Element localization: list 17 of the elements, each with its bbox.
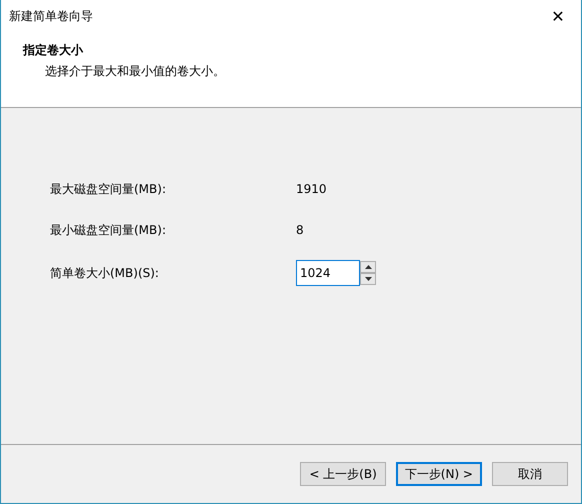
- field-label: 最大磁盘空间量(MB):: [50, 180, 167, 198]
- page-title: 指定卷大小: [23, 42, 84, 59]
- spin-up-button[interactable]: [360, 261, 376, 273]
- page-subtitle: 选择介于最大和最小值的卷大小。: [44, 63, 226, 80]
- window-title: 新建简单卷向导: [9, 8, 93, 24]
- close-button[interactable]: ✕: [535, 0, 581, 32]
- wizard-button[interactable]: < 上一步(B): [300, 462, 386, 486]
- field-label: 最小磁盘空间量(MB):: [50, 222, 167, 238]
- caret-up-icon: [364, 265, 372, 269]
- field-value: 1910: [296, 182, 328, 196]
- wizard-button[interactable]: 取消: [492, 462, 568, 486]
- wizard-button[interactable]: 下一步(N) >: [396, 462, 482, 486]
- spin-down-button[interactable]: [360, 273, 376, 285]
- caret-down-icon: [364, 277, 372, 281]
- field-label: 简单卷大小(MB)(S):: [50, 264, 160, 282]
- size-input-field[interactable]: 1024: [296, 260, 360, 286]
- field-value: 8: [296, 223, 305, 237]
